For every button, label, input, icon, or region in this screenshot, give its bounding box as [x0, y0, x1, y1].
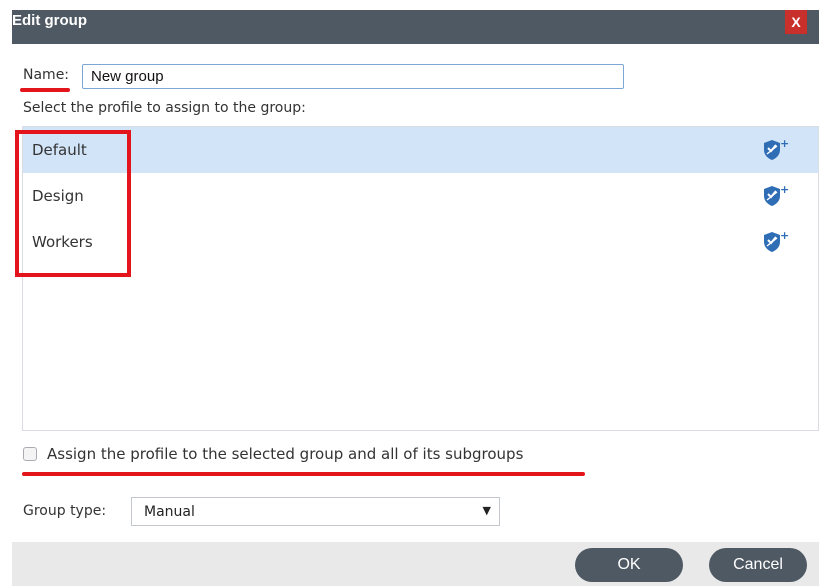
profile-row-design[interactable]: Design +	[23, 173, 818, 219]
close-button[interactable]: X	[785, 10, 807, 34]
dialog-title: Edit group	[12, 12, 87, 29]
svg-text:+: +	[780, 229, 789, 242]
shield-plus-icon[interactable]: +	[761, 183, 789, 209]
profile-list[interactable]: Default + Design + Workers +	[22, 126, 819, 431]
assign-subgroups-annotation-underline	[22, 472, 585, 476]
shield-plus-icon[interactable]: +	[761, 229, 789, 255]
profile-select-prompt: Select the profile to assign to the grou…	[23, 100, 306, 116]
dialog-footer: OK Cancel	[12, 542, 819, 586]
cancel-button[interactable]: Cancel	[709, 548, 807, 582]
name-input[interactable]	[82, 64, 624, 89]
assign-subgroups-label: Assign the profile to the selected group…	[47, 445, 524, 463]
svg-text:+: +	[780, 183, 789, 196]
group-type-label: Group type:	[23, 503, 107, 519]
dropdown-arrow-icon: ▼	[482, 504, 491, 517]
dialog-title-bar: Edit group X	[12, 10, 819, 44]
name-label-annotation-underline	[20, 88, 70, 92]
group-type-value: Manual	[144, 504, 195, 520]
ok-button[interactable]: OK	[575, 548, 683, 582]
svg-text:+: +	[780, 137, 789, 150]
assign-subgroups-checkbox[interactable]	[23, 447, 37, 461]
profile-row-workers[interactable]: Workers +	[23, 219, 818, 265]
name-label: Name:	[23, 67, 70, 83]
profile-row-default[interactable]: Default +	[23, 127, 818, 173]
group-type-select[interactable]: Manual ▼	[131, 497, 500, 526]
profile-names-annotation-box	[15, 130, 131, 277]
shield-plus-icon[interactable]: +	[761, 137, 789, 163]
